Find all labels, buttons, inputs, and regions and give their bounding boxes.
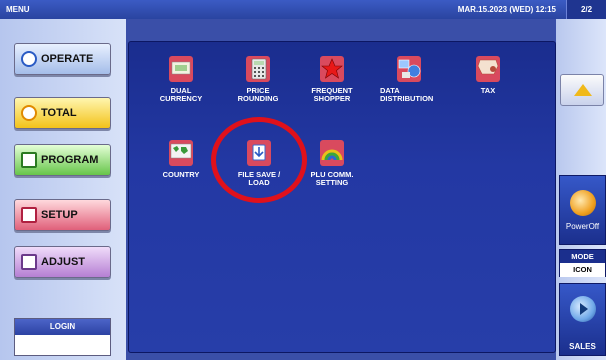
plu-comm-setting-label-2: SETTING <box>315 178 349 187</box>
sales-button[interactable]: SALES <box>559 283 606 356</box>
screen-title: MENU <box>6 5 30 14</box>
page-indicator[interactable]: 2/2 <box>566 0 606 19</box>
frequent-shopper-tile[interactable]: FREQUENT SHOPPER <box>301 54 363 103</box>
top-bar: MENU MAR.15.2023 (WED) 12:15 2/2 <box>0 0 606 19</box>
total-button[interactable]: TOTAL <box>14 97 111 129</box>
program-label: PROGRAM <box>41 154 99 166</box>
distribution-icon <box>394 54 424 84</box>
power-icon <box>569 190 596 216</box>
country-label: COUNTRY <box>162 170 200 179</box>
play-icon <box>569 296 596 322</box>
rainbow-icon <box>317 138 347 168</box>
calculator-icon <box>243 54 273 84</box>
scroll-up-button[interactable] <box>560 74 604 106</box>
operate-label: OPERATE <box>41 53 94 65</box>
plu-comm-setting-tile[interactable]: PLU COMM. SETTING <box>301 138 363 187</box>
price-rounding-label-2: ROUNDING <box>237 94 279 103</box>
operate-icon <box>21 51 37 67</box>
mode-value: ICON <box>560 263 605 277</box>
data-distribution-label-2: DISTRIBUTION <box>380 94 434 103</box>
currency-icon <box>166 54 196 84</box>
clock-icon <box>21 105 37 121</box>
mode-indicator[interactable]: MODE ICON <box>559 249 606 277</box>
star-icon <box>317 54 347 84</box>
setup-label: SETUP <box>41 209 78 221</box>
operate-button[interactable]: OPERATE <box>14 43 111 75</box>
login-label: LOGIN <box>15 319 110 335</box>
country-tile[interactable]: COUNTRY <box>150 138 212 179</box>
adjust-button[interactable]: ADJUST <box>14 246 111 278</box>
data-distribution-tile[interactable]: DATA DISTRIBUTION <box>378 54 440 103</box>
tax-icon <box>473 54 503 84</box>
setup-button[interactable]: SETUP <box>14 199 111 231</box>
poweroff-label: PowerOff <box>565 222 600 231</box>
tax-tile[interactable]: TAX <box>457 54 519 95</box>
globe-map-icon <box>166 138 196 168</box>
datetime: MAR.15.2023 (WED) 12:15 <box>457 5 556 14</box>
poweroff-button[interactable]: PowerOff <box>559 175 606 245</box>
wrench-icon <box>21 207 37 223</box>
sales-label: SALES <box>569 342 596 351</box>
program-button[interactable]: PROGRAM <box>14 144 111 176</box>
dual-currency-label-2: CURRENCY <box>159 94 203 103</box>
frequent-shopper-label-2: SHOPPER <box>313 94 351 103</box>
dual-currency-tile[interactable]: DUAL CURRENCY <box>150 54 212 103</box>
highlight-circle <box>211 117 307 203</box>
login-box[interactable]: LOGIN <box>14 318 111 356</box>
price-rounding-tile[interactable]: PRICE ROUNDING <box>227 54 289 103</box>
scale-icon <box>21 254 37 270</box>
total-label: TOTAL <box>41 107 77 119</box>
up-arrow-icon <box>574 84 592 96</box>
tax-label: TAX <box>480 86 496 95</box>
mode-label: MODE <box>571 252 594 261</box>
book-icon <box>21 152 37 168</box>
adjust-label: ADJUST <box>41 256 86 268</box>
